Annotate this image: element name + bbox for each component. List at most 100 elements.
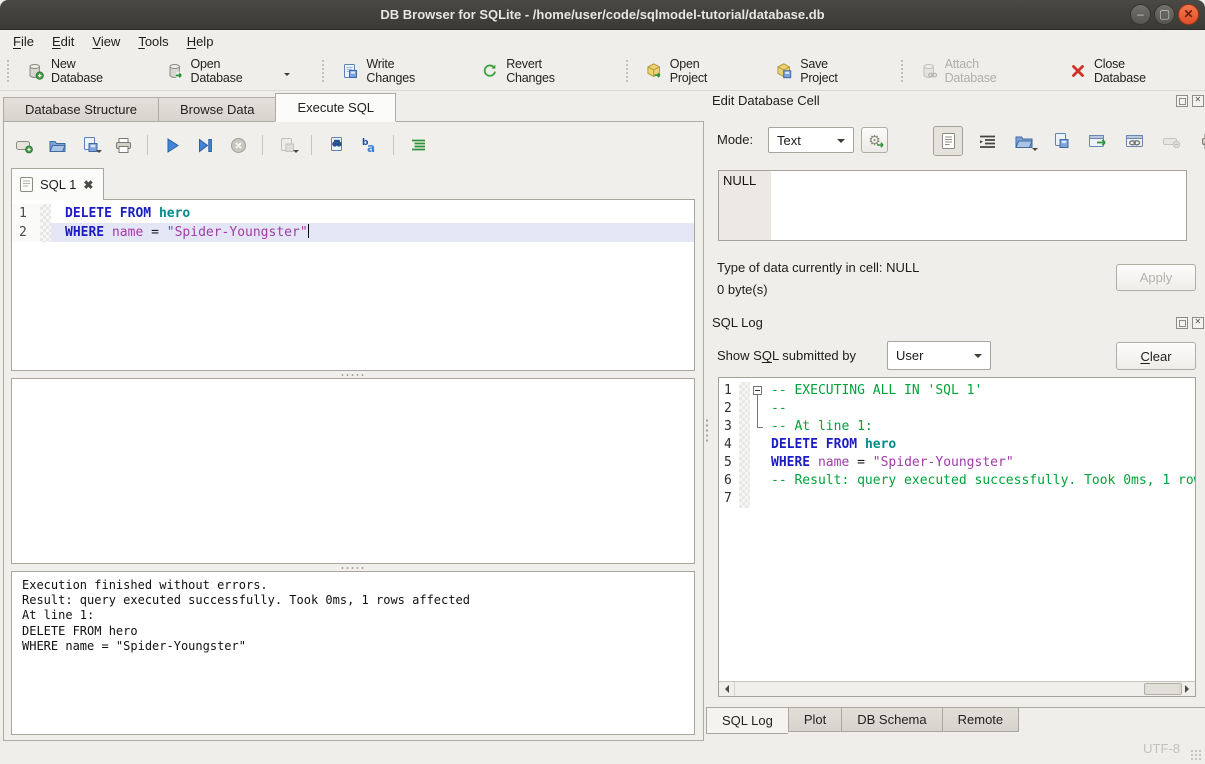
log-horizontal-scrollbar[interactable]: [719, 681, 1195, 696]
save-results-dropdown-icon[interactable]: [293, 150, 299, 156]
save-project-button[interactable]: Save Project: [765, 53, 878, 89]
open-database-label: Open Database: [191, 57, 276, 85]
sql-editor-toolbar: ba: [12, 131, 430, 159]
write-changes-icon: [341, 62, 359, 80]
save-sql-dropdown-icon[interactable]: [96, 150, 102, 156]
close-database-button[interactable]: Close Database: [1059, 53, 1190, 89]
set-null-icon[interactable]: [1159, 128, 1185, 154]
clear-log-button[interactable]: Clear: [1116, 342, 1196, 370]
line-number: 1: [719, 382, 739, 400]
find-icon[interactable]: [324, 133, 348, 157]
sql-editor-tab[interactable]: SQL 1 ✖: [11, 168, 104, 200]
splitter-handle[interactable]: [11, 564, 695, 571]
toolbar-grip: [625, 59, 630, 83]
close-icon[interactable]: ✕: [1178, 4, 1199, 25]
execution-message-pane[interactable]: Execution finished without errors. Resul…: [11, 571, 695, 735]
cell-value-editor[interactable]: NULL: [718, 170, 1187, 241]
line-number: 1: [12, 204, 40, 223]
fold-margin: [750, 490, 767, 508]
maximize-icon[interactable]: ▢: [1154, 4, 1175, 25]
word-wrap-icon[interactable]: [974, 128, 1000, 154]
import-dropdown-icon[interactable]: [1032, 148, 1038, 154]
open-sql-tab-icon[interactable]: [12, 133, 36, 157]
import-cell-data-icon[interactable]: [1011, 128, 1037, 154]
text-mode-icon[interactable]: [933, 126, 963, 156]
line-number: 5: [719, 454, 739, 472]
menu-help[interactable]: Help: [178, 32, 223, 51]
gutter-hatch: [739, 454, 750, 472]
sql-editor[interactable]: 1DELETE FROM hero2WHERE name = "Spider-Y…: [11, 199, 695, 371]
menu-view[interactable]: View: [83, 32, 129, 51]
open-project-button[interactable]: Open Project: [635, 53, 751, 89]
dock-tab-db-schema[interactable]: DB Schema: [841, 708, 941, 732]
replace-icon[interactable]: ba: [357, 133, 381, 157]
log-filter-label: Show SQL submitted by: [717, 348, 856, 363]
line-number: 2: [12, 223, 40, 242]
mode-select[interactable]: Text: [768, 127, 854, 153]
apply-button[interactable]: Apply: [1116, 264, 1196, 291]
cell-size-info: 0 byte(s): [717, 282, 768, 297]
tab-database-structure[interactable]: Database Structure: [3, 97, 158, 122]
close-database-label: Close Database: [1094, 57, 1180, 85]
title-bar[interactable]: DB Browser for SQLite - /home/user/code/…: [0, 0, 1205, 30]
execute-line-icon[interactable]: [193, 133, 217, 157]
save-results-icon[interactable]: [275, 133, 299, 157]
new-database-label: New Database: [51, 57, 131, 85]
sql-log-view[interactable]: 1-- EXECUTING ALL IN 'SQL 1'2--3-- At li…: [718, 377, 1196, 697]
app-window: DB Browser for SQLite - /home/user/code/…: [0, 0, 1205, 764]
fold-margin: [750, 454, 767, 472]
resize-grip-icon[interactable]: [1190, 749, 1203, 762]
write-changes-button[interactable]: Write Changes: [331, 53, 456, 89]
new-database-button[interactable]: New Database: [16, 53, 141, 89]
stop-icon[interactable]: [226, 133, 250, 157]
close-panel-icon[interactable]: [1192, 95, 1204, 107]
close-sql-tab-icon[interactable]: ✖: [83, 178, 93, 192]
fold-margin: [750, 436, 767, 454]
tab-execute-sql[interactable]: Execute SQL: [275, 93, 396, 122]
scroll-left-icon[interactable]: [719, 682, 735, 696]
vertical-splitter[interactable]: [704, 121, 710, 741]
sql-log-title: SQL Log: [712, 315, 763, 330]
line-number: 2: [719, 400, 739, 418]
dock-tab-sql-log[interactable]: SQL Log: [706, 708, 788, 734]
log-filter-select[interactable]: User: [887, 341, 991, 370]
format-sql-icon[interactable]: [406, 133, 430, 157]
line-number: 7: [719, 490, 739, 508]
menu-tools[interactable]: Tools: [129, 32, 177, 51]
menu-edit[interactable]: Edit: [43, 32, 83, 51]
database-close-icon: [1069, 62, 1087, 80]
dock-tab-remote[interactable]: Remote: [942, 708, 1020, 732]
open-sql-file-icon[interactable]: [45, 133, 69, 157]
print-cell-icon[interactable]: [1196, 128, 1205, 154]
tab-browse-data[interactable]: Browse Data: [158, 97, 275, 122]
fold-margin: [750, 472, 767, 490]
minimize-icon[interactable]: –: [1130, 4, 1151, 25]
fold-collapse-icon[interactable]: [750, 382, 767, 400]
line-number: 6: [719, 472, 739, 490]
dock-tab-plot[interactable]: Plot: [788, 708, 841, 732]
revert-changes-button[interactable]: Revert Changes: [471, 53, 603, 89]
mode-value: Text: [777, 133, 801, 148]
scrollbar-thumb[interactable]: [1144, 683, 1182, 695]
import-settings-button[interactable]: ⚙: [861, 127, 888, 153]
open-database-dropdown-icon[interactable]: [284, 73, 290, 79]
attach-database-button[interactable]: Attach Database: [910, 53, 1044, 89]
copy-link-icon[interactable]: [1122, 128, 1148, 154]
open-database-button[interactable]: Open Database: [156, 53, 301, 89]
print-icon[interactable]: [111, 133, 135, 157]
save-sql-file-icon[interactable]: [78, 133, 102, 157]
splitter-handle[interactable]: [11, 371, 695, 378]
apply-label: Apply: [1140, 270, 1173, 285]
export-cell-data-icon[interactable]: [1048, 128, 1074, 154]
execute-all-icon[interactable]: [160, 133, 184, 157]
float-panel-icon[interactable]: [1176, 317, 1188, 329]
fold-margin: [750, 400, 767, 418]
float-panel-icon[interactable]: [1176, 95, 1188, 107]
open-in-external-app-icon[interactable]: [1085, 128, 1111, 154]
log-line: 3-- At line 1:: [719, 418, 1195, 436]
close-panel-icon[interactable]: [1192, 317, 1204, 329]
menu-file[interactable]: File: [4, 32, 43, 51]
scroll-right-icon[interactable]: [1179, 682, 1195, 696]
toolbar-separator: [262, 135, 263, 155]
gutter-hatch: [40, 204, 51, 223]
